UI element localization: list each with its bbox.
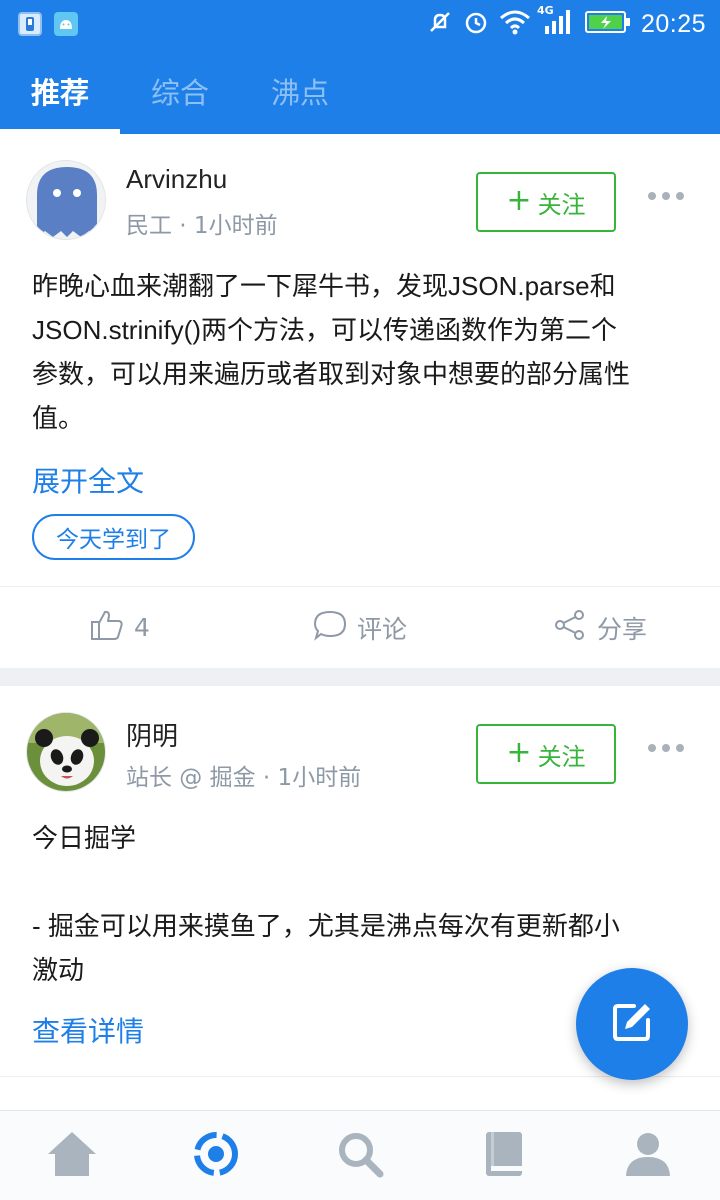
- follow-button[interactable]: + 关注: [476, 724, 616, 784]
- follow-button[interactable]: + 关注: [476, 172, 616, 232]
- android-icon: [54, 12, 78, 36]
- content-line: 昨晚心血来潮翻了一下犀牛书，发现JSON.parse和: [32, 271, 616, 301]
- bottom-nav: [0, 1110, 720, 1200]
- tab-recommended[interactable]: 推荐: [0, 48, 120, 134]
- content-line: 今日掘学: [32, 823, 137, 853]
- comment-icon: [313, 609, 347, 647]
- nav-pins[interactable]: [144, 1111, 288, 1200]
- author-meta: 民工 · 1小时前: [126, 213, 278, 239]
- more-icon[interactable]: [648, 192, 684, 200]
- app-icon: [18, 12, 42, 36]
- battery-icon: [584, 10, 631, 38]
- feed: Arvinzhu 民工 · 1小时前 + 关注 昨晚心血来潮翻了一下犀牛书，发现…: [0, 134, 720, 1126]
- post-content: 昨晚心血来潮翻了一下犀牛书，发现JSON.parse和 JSON.strinif…: [32, 264, 688, 440]
- author-meta: 站长 @ 掘金 · 1小时前: [126, 765, 362, 791]
- author-name[interactable]: 阴明: [126, 716, 178, 753]
- tab-pins[interactable]: 沸点: [240, 48, 360, 134]
- home-icon: [44, 1129, 100, 1183]
- plus-icon: +: [506, 182, 532, 218]
- thumbs-up-icon: [90, 609, 124, 647]
- follow-label: 关注: [537, 190, 586, 219]
- details-link[interactable]: 查看详情: [32, 1010, 144, 1050]
- compose-button[interactable]: [576, 968, 688, 1080]
- content-line: [32, 860, 688, 904]
- post-card[interactable]: Arvinzhu 民工 · 1小时前 + 关注 昨晚心血来潮翻了一下犀牛书，发现…: [0, 134, 720, 668]
- content-line: 值。: [32, 403, 85, 433]
- topic-tag[interactable]: 今天学到了: [32, 514, 195, 560]
- content-line: JSON.strinify()两个方法，可以传递函数作为第二个: [32, 315, 618, 345]
- alarm-icon: [463, 9, 489, 39]
- plus-icon: +: [506, 734, 532, 770]
- follow-label: 关注: [537, 742, 586, 771]
- content-line: 参数，可以用来遍历或者取到对象中想要的部分属性: [32, 359, 631, 389]
- action-bar: 4 评论 分享: [0, 586, 720, 668]
- expand-link[interactable]: 展开全文: [32, 460, 144, 500]
- post-content: 今日掘学 - 掘金可以用来摸鱼了，尤其是沸点每次有更新都小 激动: [32, 816, 688, 992]
- author-name[interactable]: Arvinzhu: [126, 164, 227, 195]
- nav-search[interactable]: [288, 1111, 432, 1200]
- clock: 20:25: [640, 9, 706, 38]
- share-label: 分享: [596, 614, 647, 644]
- more-icon[interactable]: [648, 744, 684, 752]
- top-tabs: 推荐 综合 沸点: [0, 48, 720, 134]
- comment-label: 评论: [356, 614, 407, 644]
- avatar[interactable]: [26, 712, 106, 792]
- avatar[interactable]: [26, 160, 106, 240]
- search-icon: [335, 1129, 385, 1183]
- wifi-icon: [499, 9, 531, 39]
- share-icon: [553, 609, 587, 647]
- content-line: - 掘金可以用来摸鱼了，尤其是沸点每次有更新都小: [32, 911, 620, 941]
- book-icon: [482, 1129, 526, 1183]
- share-button[interactable]: 分享: [480, 587, 720, 668]
- like-count: 4: [134, 613, 150, 642]
- network-type: 4G: [536, 4, 554, 17]
- tab-general[interactable]: 综合: [120, 48, 240, 134]
- like-button[interactable]: 4: [0, 587, 240, 668]
- comment-button[interactable]: 评论: [240, 587, 480, 668]
- silent-icon: [427, 9, 453, 39]
- edit-icon: [610, 1000, 654, 1048]
- nav-home[interactable]: [0, 1111, 144, 1200]
- pins-icon: [190, 1128, 242, 1184]
- nav-books[interactable]: [432, 1111, 576, 1200]
- profile-icon: [623, 1129, 673, 1183]
- status-bar: 4G 20:25: [0, 0, 720, 48]
- nav-profile[interactable]: [576, 1111, 720, 1200]
- signal-icon: 4G: [537, 4, 575, 40]
